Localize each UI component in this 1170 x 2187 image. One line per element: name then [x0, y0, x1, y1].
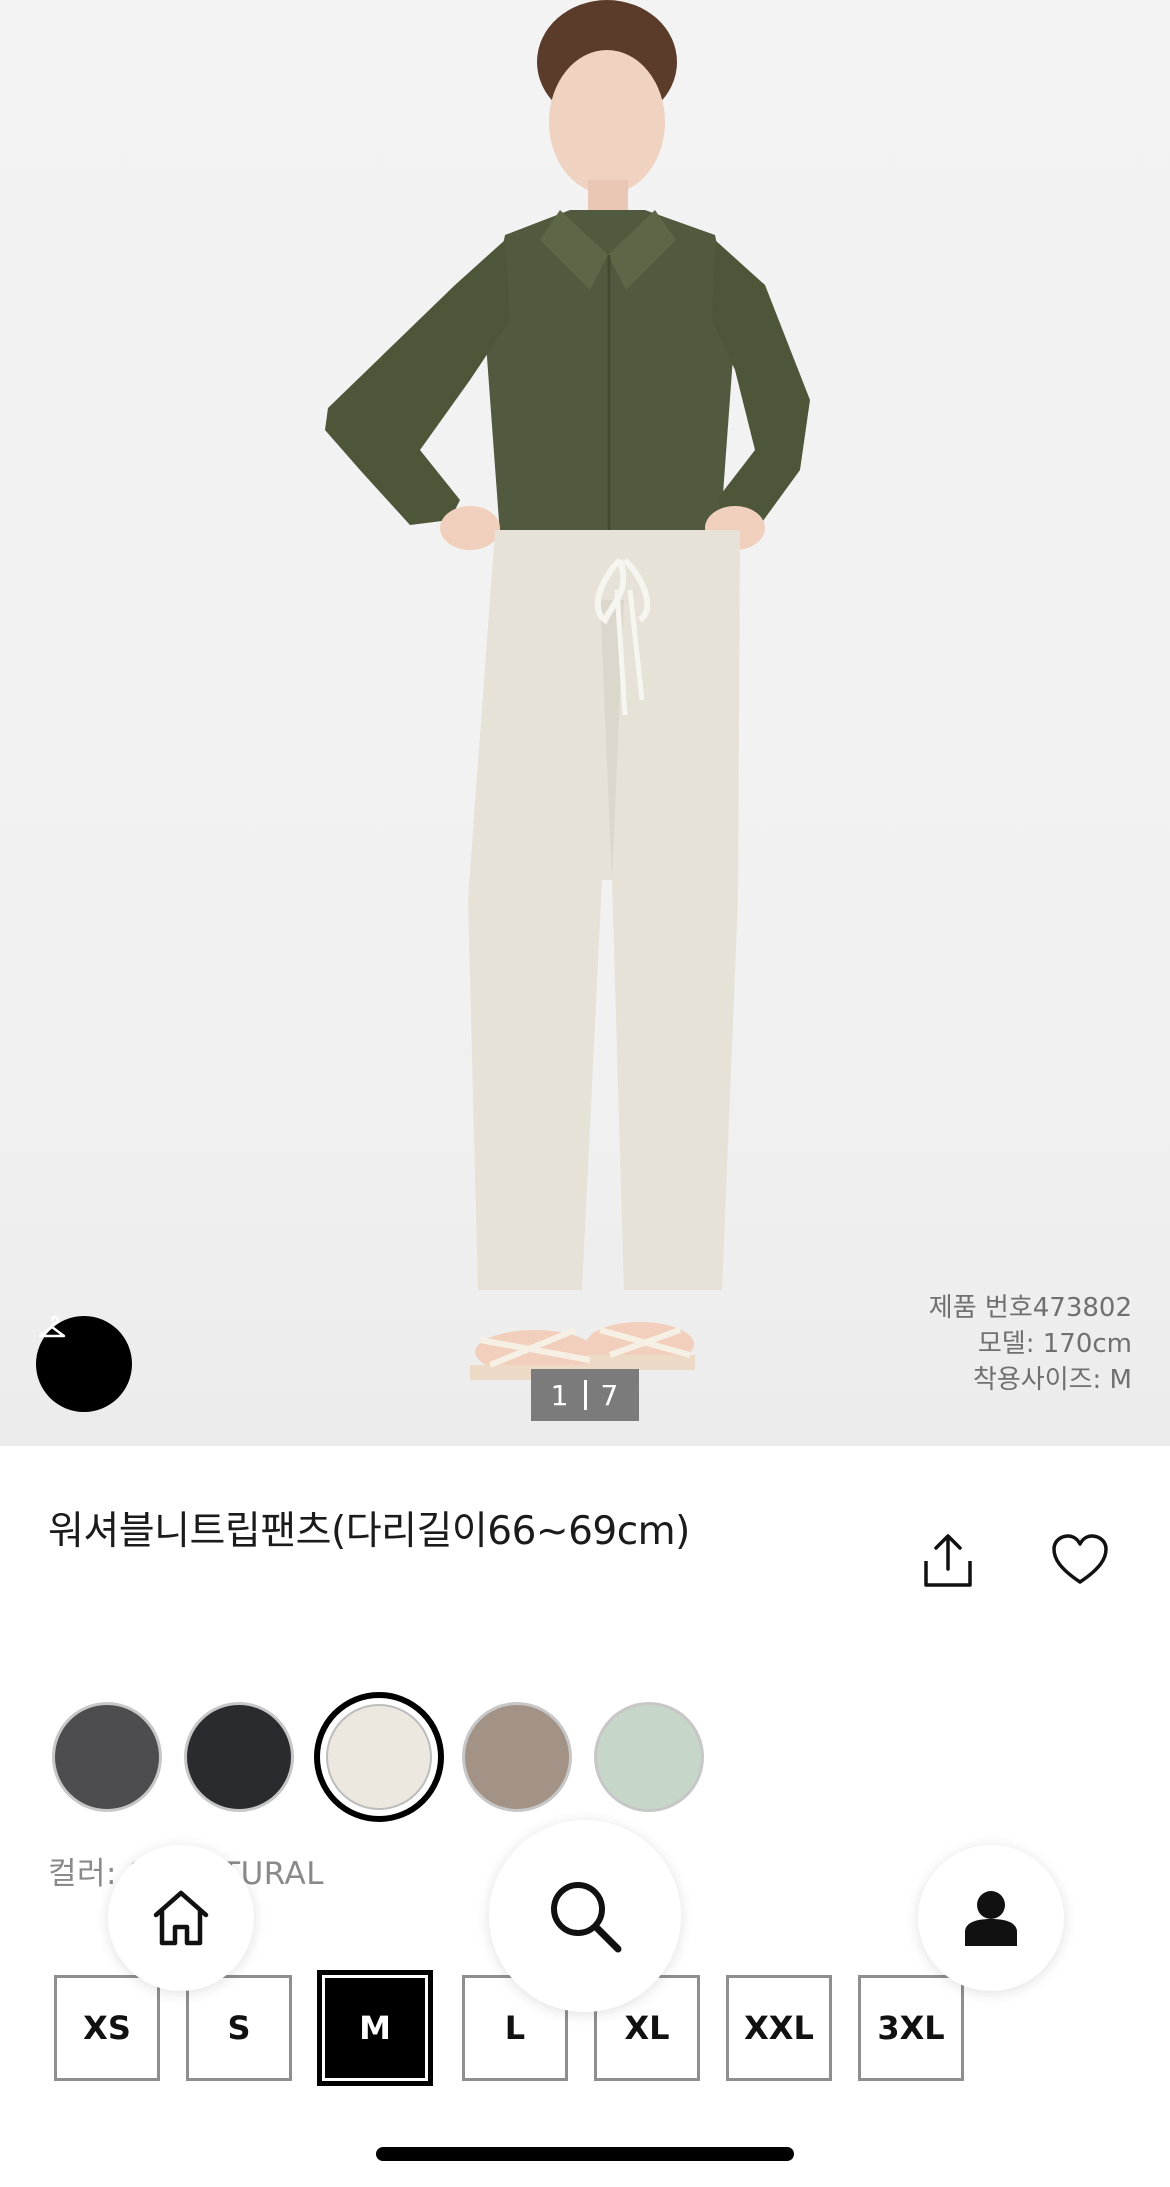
- search-icon: [551, 1882, 622, 1953]
- swatch-mint[interactable]: [594, 1702, 704, 1812]
- product-meta: 제품 번호473802 모델: 170cm 착용사이즈: M: [929, 1290, 1132, 1398]
- home-indicator: [376, 2147, 794, 2161]
- home-icon: [153, 1890, 209, 1946]
- user-icon: [965, 1891, 1017, 1946]
- size-xxl[interactable]: XXL: [726, 1975, 832, 2081]
- model-photo: [325, 0, 810, 1380]
- product-image-carousel[interactable]: 1 7 제품 번호473802 모델: 170cm 착용사이즈: M: [0, 0, 1170, 1446]
- product-page: 1 7 제품 번호473802 모델: 170cm 착용사이즈: M 워셔블니트…: [0, 0, 1170, 2187]
- swatch-dark-gray[interactable]: [52, 1702, 162, 1812]
- model-size: 착용사이즈: M: [972, 1365, 1132, 1395]
- image-counter: 1 7: [531, 1369, 639, 1421]
- swatch-natural[interactable]: [314, 1692, 444, 1822]
- image-counter-divider: [583, 1380, 587, 1410]
- size-xs[interactable]: XS: [54, 1975, 160, 2081]
- search-button[interactable]: [489, 1820, 681, 2012]
- size-m[interactable]: M: [317, 1970, 433, 2086]
- product-title: 워셔블니트립팬츠(다리길이66~69cm): [48, 1509, 690, 1554]
- size-3xl[interactable]: 3XL: [858, 1975, 964, 2081]
- swatch-natural-fill: [326, 1704, 432, 1810]
- share-icon: [924, 1534, 972, 1587]
- heart-icon: [1052, 1534, 1108, 1584]
- favorite-button[interactable]: [1045, 1525, 1115, 1595]
- hanger-icon: [38, 1316, 66, 1338]
- hanger-button[interactable]: [36, 1316, 132, 1412]
- account-button[interactable]: [918, 1845, 1064, 1991]
- image-counter-current: 1: [550, 1378, 570, 1412]
- swatch-black[interactable]: [184, 1702, 294, 1812]
- model-height: 모델: 170cm: [977, 1329, 1132, 1359]
- share-button[interactable]: [913, 1525, 983, 1595]
- home-button[interactable]: [108, 1845, 254, 1991]
- image-counter-total: 7: [600, 1378, 620, 1412]
- swatch-beige[interactable]: [462, 1702, 572, 1812]
- size-s[interactable]: S: [186, 1975, 292, 2081]
- product-number: 제품 번호473802: [928, 1293, 1132, 1323]
